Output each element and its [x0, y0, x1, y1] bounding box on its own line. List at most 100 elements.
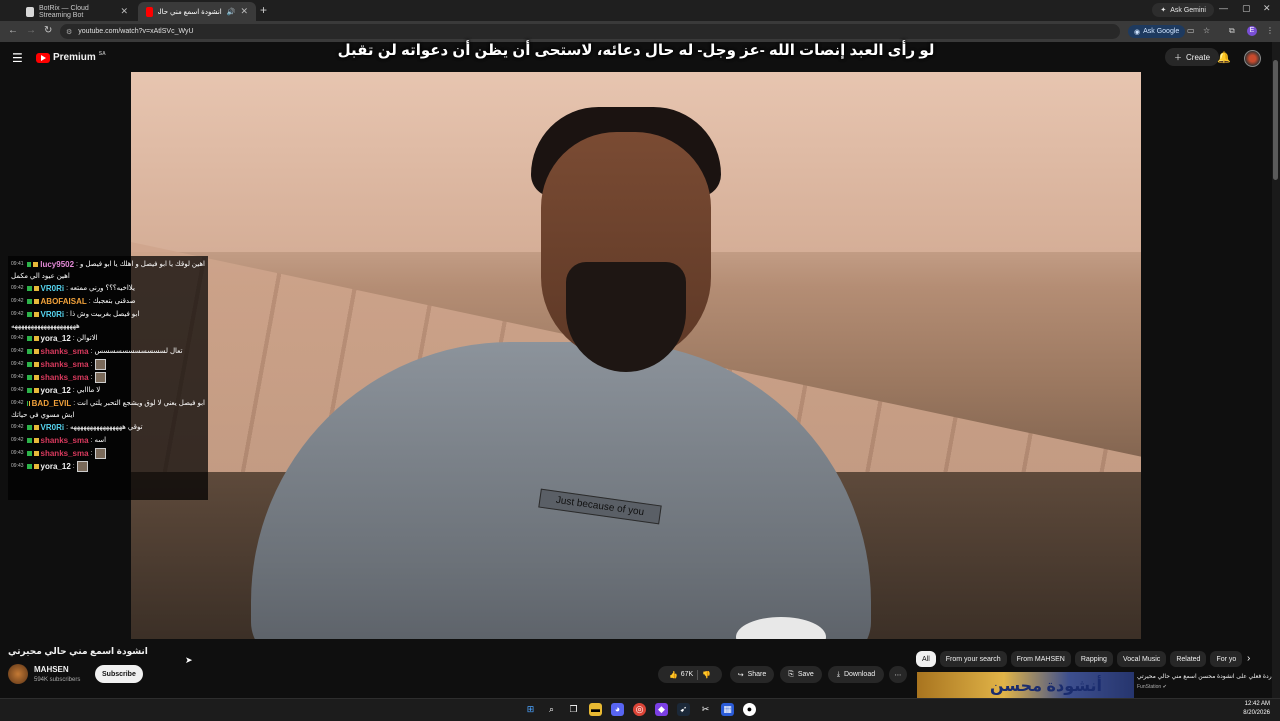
video-caption: لو رأى العبد إنصات الله -عز وجل- له حال …: [337, 42, 935, 59]
discord-icon[interactable]: ◕: [611, 703, 624, 716]
chat-username[interactable]: BAD_EVIL: [32, 397, 72, 410]
scrollbar-thumb[interactable]: [1273, 60, 1278, 180]
chat-separator: :: [73, 400, 76, 407]
account-avatar[interactable]: [1244, 50, 1261, 67]
close-tab-icon[interactable]: ✕: [240, 6, 248, 17]
chat-message: 09:42 BAD_EVIL: ابو فيصل يعني لا لوق ويشجع…: [8, 397, 208, 410]
search-icon[interactable]: ⌕: [545, 703, 558, 716]
ask-gemini-button[interactable]: ✦ Ask Gemini: [1152, 3, 1214, 17]
forward-icon[interactable]: →: [26, 25, 36, 36]
speaker-icon[interactable]: 🔊: [227, 8, 236, 16]
chat-timestamp: 09:42: [11, 285, 24, 291]
filter-chip[interactable]: All: [916, 651, 936, 667]
download-button[interactable]: ⤓ Download: [828, 666, 884, 683]
chat-username[interactable]: shanks_sma: [41, 345, 89, 358]
tab-title: BotRix — Cloud Streaming Bot: [38, 4, 89, 19]
more-menu-icon[interactable]: ⋮: [1266, 26, 1274, 35]
recommendation-thumbnail[interactable]: أنشودة محسن: [917, 672, 1134, 698]
channel-avatar[interactable]: [8, 664, 28, 684]
chat-message: 09:42 shanks_sma: اسه: [8, 434, 208, 447]
botrix-favicon: [26, 6, 34, 17]
site-info-icon[interactable]: ⚙: [66, 28, 72, 36]
badge-icon: [26, 286, 32, 291]
share-button[interactable]: ↪ Share: [730, 666, 774, 683]
badge-icon: [26, 299, 32, 304]
windows-taskbar: ⊞ ⌕ ❐ ▬ ◕ ◎ ◆ ➹ ✂ ▦ ● 12:42 AM 8/20/2026: [0, 698, 1280, 721]
filter-chip[interactable]: Related: [1170, 651, 1207, 667]
chat-text: لا مااابي: [76, 387, 101, 394]
filter-chip[interactable]: Vocal Music: [1116, 651, 1167, 667]
extensions-icon[interactable]: ⧉: [1229, 26, 1235, 36]
chat-message: 09:42 shanks_sma: تعال لسسسسسسسسسسس: [8, 345, 208, 358]
twitch-icon[interactable]: ◆: [655, 703, 668, 716]
chrome-icon[interactable]: ◎: [633, 703, 646, 716]
filter-chip[interactable]: From MAHSEN: [1010, 651, 1071, 667]
chat-text: ابو فيصل يعني لا لوق ويشجع التحبر يلتي ا…: [77, 400, 205, 407]
recommendation-title[interactable]: ردة فعلي على انشودة محسن اسمع مني حالي م…: [1137, 673, 1272, 680]
obs-icon[interactable]: ●: [743, 703, 756, 716]
share-icon: ↪: [737, 671, 744, 679]
tab-botrix[interactable]: BotRix — Cloud Streaming Bot ✕: [18, 2, 136, 21]
more-actions-button[interactable]: ⋯: [889, 666, 907, 683]
profile-avatar[interactable]: E: [1247, 26, 1257, 36]
channel-name[interactable]: MAHSEN: [34, 665, 69, 674]
omnibox[interactable]: ⚙ youtube.com/watch?v=xAtlSVc_WyU: [60, 24, 1120, 39]
chat-username[interactable]: yora_12: [41, 332, 71, 345]
task-view-icon[interactable]: ❐: [567, 703, 580, 716]
tab-youtube[interactable]: انشودة اسمع مني حالي محيرتي 🔊 ✕: [138, 2, 256, 21]
reload-icon[interactable]: ↻: [44, 25, 52, 36]
chat-username[interactable]: shanks_sma: [41, 371, 89, 384]
close-tab-icon[interactable]: ✕: [120, 6, 128, 17]
filter-chip[interactable]: From your search: [939, 651, 1007, 667]
app-icon[interactable]: ▦: [721, 703, 734, 716]
new-tab-button[interactable]: +: [260, 3, 267, 17]
thumbs-down-icon[interactable]: 👎: [702, 671, 711, 679]
taskbar-date[interactable]: 8/20/2026: [1243, 710, 1270, 716]
filter-chip[interactable]: Rapping: [1074, 651, 1113, 667]
chat-username[interactable]: VR0Ri: [41, 421, 65, 434]
chat-username[interactable]: lucy9502: [40, 258, 74, 271]
badge-icon: [29, 401, 30, 406]
url-text[interactable]: youtube.com/watch?v=xAtlSVc_WyU: [78, 28, 193, 35]
chat-timestamp: 09:42: [11, 437, 24, 443]
bookmark-star-icon[interactable]: ☆: [1203, 26, 1210, 35]
notifications-bell-icon[interactable]: 🔔: [1217, 51, 1231, 64]
chat-username[interactable]: shanks_sma: [41, 434, 89, 447]
chat-username[interactable]: VR0Ri: [41, 308, 65, 321]
youtube-logo[interactable]: Premium SA: [36, 51, 106, 63]
chat-text-continued: اهين عيود الي مكمل: [11, 273, 70, 280]
taskbar-clock[interactable]: 12:42 AM: [1245, 701, 1270, 707]
chat-username[interactable]: VR0Ri: [41, 282, 65, 295]
more-horizontal-icon: ⋯: [894, 671, 902, 679]
chat-username[interactable]: yora_12: [41, 384, 71, 397]
filter-chip[interactable]: For yo: [1210, 651, 1243, 667]
chat-separator: :: [72, 387, 75, 394]
chat-username[interactable]: shanks_sma: [41, 358, 89, 371]
close-window-icon[interactable]: ✕: [1263, 3, 1271, 14]
ask-google-button[interactable]: ◉ Ask Google: [1128, 25, 1186, 38]
hamburger-menu-icon[interactable]: ☰: [12, 51, 23, 65]
chat-username[interactable]: yora_12: [41, 460, 71, 473]
recommendation-channel[interactable]: FunStation ✔: [1137, 684, 1167, 690]
minimize-icon[interactable]: —: [1219, 3, 1228, 13]
subscribe-button[interactable]: Subscribe: [95, 665, 143, 683]
chevron-right-icon[interactable]: ›: [1247, 653, 1250, 664]
mouse-cursor-icon: ➤: [185, 655, 193, 665]
create-button[interactable]: ＋ Create: [1165, 48, 1220, 66]
chat-message: 09:42 VR0Ri: يلااخيه؟؟؟ ورني ممتعه: [8, 282, 208, 295]
cast-icon[interactable]: ▭: [1187, 26, 1195, 35]
chat-username[interactable]: shanks_sma: [41, 447, 89, 460]
chat-timestamp: 09:42: [11, 424, 24, 430]
windows-start-icon[interactable]: ⊞: [524, 703, 537, 716]
save-button[interactable]: ⎘ Save: [780, 666, 822, 683]
address-bar: ← → ↻ ⚙ youtube.com/watch?v=xAtlSVc_WyU …: [0, 21, 1280, 42]
steam-icon[interactable]: ➹: [677, 703, 690, 716]
video-player[interactable]: Just because of you: [131, 72, 1141, 639]
file-explorer-icon[interactable]: ▬: [589, 703, 602, 716]
back-icon[interactable]: ←: [8, 25, 18, 36]
like-button[interactable]: 👍 67K: [669, 671, 693, 679]
capcut-icon[interactable]: ✂: [699, 703, 712, 716]
maximize-icon[interactable]: ▢: [1242, 3, 1251, 14]
chat-message: 09:42 shanks_sma:: [8, 358, 208, 371]
chat-username[interactable]: ABOFAISAL: [41, 295, 87, 308]
